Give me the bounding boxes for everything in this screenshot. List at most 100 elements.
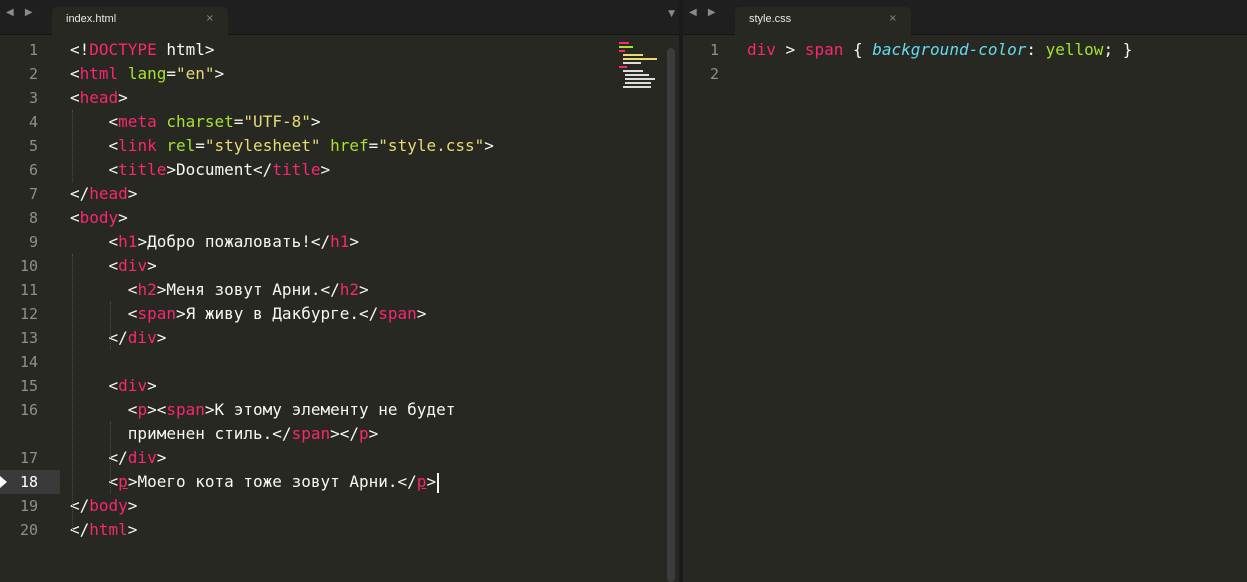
- code-line: <title>Document</title>: [70, 158, 331, 182]
- right-tab-bar: ◀ ▶ style.css ×: [683, 0, 1247, 35]
- code-token: <: [70, 88, 80, 107]
- tab-nav-arrows-icon[interactable]: ◀ ▶: [6, 7, 37, 18]
- code-token: <: [70, 304, 138, 323]
- code-token: p: [118, 472, 128, 491]
- code-line: <h2>Меня зовут Арни.</h2>: [70, 278, 369, 302]
- code-token: >: [127, 496, 138, 515]
- line-number-gutter: 1 2 3 4 5 6 7 8 9 10 11 12 13 14 15 16 17 18 19 20: [0, 38, 60, 582]
- line-number: 2: [28, 65, 38, 83]
- line-number: 17: [19, 449, 38, 467]
- code-token: >: [426, 472, 437, 491]
- code-area[interactable]: div > span { background-color: yellow; }: [747, 38, 1247, 582]
- minimap[interactable]: [617, 40, 665, 90]
- tab-nav-arrows-icon[interactable]: ◀ ▶: [689, 7, 720, 18]
- tab-label: style.css: [749, 13, 792, 25]
- close-icon[interactable]: ×: [889, 13, 897, 24]
- code-line: <html lang="en">: [70, 62, 224, 86]
- code-token: >: [320, 160, 331, 179]
- code-token: >Меня зовут Арни.</: [156, 280, 340, 299]
- code-line: div > span { background-color: yellow; }: [747, 38, 1132, 62]
- code-token: <: [70, 112, 119, 131]
- line-number: 14: [19, 353, 38, 371]
- code-token: DOCTYPE: [89, 40, 157, 59]
- code-line: </html>: [70, 518, 137, 542]
- code-line: <div>: [70, 254, 157, 278]
- code-token: yellow: [1045, 40, 1104, 59]
- code-token: ></: [330, 424, 359, 443]
- code-token: head: [89, 184, 128, 203]
- code-token: >К этому элементу не будет: [204, 400, 456, 419]
- code-token: h1: [118, 232, 138, 251]
- left-tab-bar: ◀ ▶ index.html × ▼: [0, 0, 679, 35]
- tab-dropdown-icon[interactable]: ▼: [668, 9, 675, 19]
- code-token: rel: [166, 136, 196, 155]
- code-token: <: [70, 136, 119, 155]
- code-token: html: [79, 64, 119, 83]
- code-token: "en": [175, 64, 215, 83]
- code-token: h2: [137, 280, 157, 299]
- line-number: 1: [28, 41, 38, 59]
- code-token: :: [1026, 40, 1046, 59]
- code-token: body: [79, 208, 119, 227]
- code-token: >: [310, 112, 321, 131]
- code-token: span: [378, 304, 417, 323]
- line-number-gutter: 12: [683, 38, 723, 582]
- line-number: 6: [28, 161, 38, 179]
- code-line: <h1>Добро пожаловать!</h1>: [70, 230, 359, 254]
- indent-guide: [110, 302, 111, 350]
- code-token: div: [118, 376, 148, 395]
- code-area[interactable]: <!DOCTYPE html> <html lang="en"> <head> <m…: [70, 38, 615, 582]
- code-token: span: [291, 424, 331, 443]
- tab-style-css[interactable]: style.css ×: [735, 7, 911, 35]
- code-token: >Document</: [166, 160, 273, 179]
- code-line: применен стиль.</span></p>: [70, 422, 378, 446]
- code-line: <div>: [70, 374, 157, 398]
- code-token: span: [166, 400, 205, 419]
- close-icon[interactable]: ×: [206, 13, 214, 24]
- line-number: 7: [28, 185, 38, 203]
- code-token: >: [416, 304, 427, 323]
- code-token: {: [843, 40, 873, 59]
- tab-index-html[interactable]: index.html ×: [52, 7, 228, 35]
- code-token: charset: [166, 112, 234, 131]
- line-number: 13: [19, 329, 38, 347]
- code-token: div: [127, 448, 157, 467]
- line-number: 11: [19, 281, 38, 299]
- indent-guide: [110, 422, 111, 494]
- code-line: </body>: [70, 494, 137, 518]
- code-token: <: [70, 232, 119, 251]
- text-cursor: [437, 472, 440, 493]
- line-number: 19: [19, 497, 38, 515]
- code-token: title: [272, 160, 321, 179]
- vertical-scrollbar[interactable]: [667, 48, 675, 582]
- right-editor-pane[interactable]: ◀ ▶ style.css × 12 div > span { backgrou…: [683, 0, 1247, 582]
- line-number: 12: [19, 305, 38, 323]
- code-token: >: [118, 88, 128, 107]
- code-token: meta: [118, 112, 157, 131]
- indent-guide: [72, 254, 73, 532]
- code-token: h2: [339, 280, 359, 299]
- code-line: <p><span>К этому элементу не будет: [70, 398, 456, 422]
- code-line: <link rel="stylesheet" href="style.css">: [70, 134, 494, 158]
- indent-guide: [72, 110, 73, 182]
- code-token: >: [147, 376, 157, 395]
- code-token: title: [118, 160, 167, 179]
- code-token: >: [359, 280, 369, 299]
- code-line: <!DOCTYPE html>: [70, 38, 215, 62]
- code-token: >: [127, 184, 138, 203]
- code-token: <: [70, 256, 119, 275]
- code-token: span: [804, 40, 844, 59]
- code-token: ><: [147, 400, 167, 419]
- code-token: p: [137, 400, 148, 419]
- code-token: <: [70, 208, 80, 227]
- code-line: <body>: [70, 206, 128, 230]
- left-editor-pane[interactable]: ◀ ▶ index.html × ▼ 1 2 3 4 5 6 7 8 9 10 11 12 13 14 15…: [0, 0, 679, 582]
- code-token: </: [70, 184, 90, 203]
- code-token: lang: [127, 64, 167, 83]
- code-token: >: [368, 424, 379, 443]
- code-token: head: [79, 88, 119, 107]
- line-number: 1: [709, 41, 719, 59]
- code-token: >: [127, 520, 138, 539]
- code-token: div: [127, 328, 157, 347]
